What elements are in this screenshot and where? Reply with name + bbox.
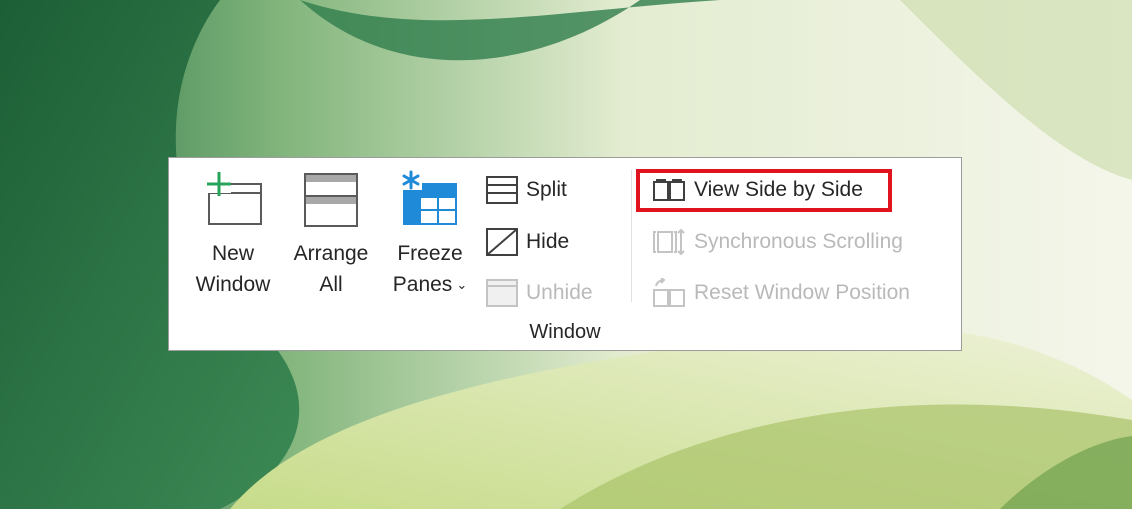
freeze-panes-label-line2: Panes ⌄ (383, 269, 477, 300)
arrange-all-label-line2: All (319, 273, 343, 296)
synchronous-scrolling-icon (653, 228, 685, 256)
window-ribbon-group: New Window Arrange All Freeze Panes ⌄ Sp… (168, 157, 962, 351)
unhide-icon (486, 279, 518, 307)
arrange-all-button[interactable]: Arrange All (288, 170, 374, 300)
split-icon (486, 176, 518, 204)
reset-window-position-icon (653, 278, 685, 307)
new-window-icon (207, 172, 262, 225)
hide-button[interactable]: Hide (486, 225, 569, 259)
group-separator (631, 170, 632, 302)
new-window-label-line2: Window (195, 273, 271, 296)
arrange-all-icon (304, 173, 358, 227)
synchronous-scrolling-button[interactable]: Synchronous Scrolling (652, 225, 903, 259)
freeze-panes-icon (400, 170, 457, 225)
arrange-all-label-line1: Arrange (293, 242, 369, 265)
unhide-label: Unhide (526, 281, 593, 304)
new-window-label-line1: New (211, 242, 254, 265)
split-label: Split (526, 178, 567, 201)
hide-label: Hide (526, 230, 570, 253)
group-label-window: Window (529, 321, 601, 343)
hide-icon (486, 228, 518, 256)
freeze-panes-button[interactable]: Freeze Panes ⌄ (383, 170, 477, 300)
highlight-box (636, 169, 892, 212)
reset-window-position-button[interactable]: Reset Window Position (652, 276, 910, 310)
freeze-panes-label-text: Panes (392, 273, 453, 296)
reset-window-position-label: Reset Window Position (694, 281, 910, 304)
unhide-button[interactable]: Unhide (486, 276, 593, 310)
new-window-button[interactable]: New Window (187, 170, 279, 300)
synchronous-scrolling-label: Synchronous Scrolling (694, 230, 903, 253)
freeze-panes-label-line1: Freeze (397, 242, 463, 265)
chevron-down-icon: ⌄ (456, 277, 468, 292)
split-button[interactable]: Split (486, 173, 567, 207)
